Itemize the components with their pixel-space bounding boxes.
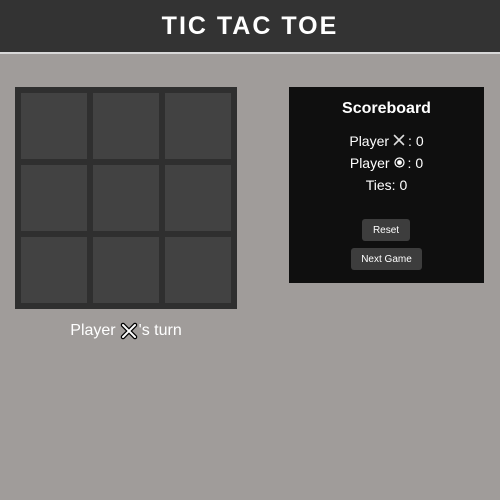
scoreboard-panel: Scoreboard Player : 0 Player : 0 Ties: 0…	[289, 87, 484, 283]
score-player-x-value: : 0	[408, 133, 424, 149]
header-bar: TIC TAC TOE	[0, 0, 500, 54]
score-player-o-label: Player	[349, 155, 390, 171]
x-icon	[393, 133, 405, 149]
x-icon	[120, 322, 138, 340]
score-player-o-value: : 0	[407, 155, 424, 171]
score-player-o: Player : 0	[289, 155, 484, 171]
score-ties-label: Ties: 0	[365, 177, 408, 193]
board-cell-4[interactable]	[21, 165, 87, 231]
turn-suffix: 's turn	[138, 322, 182, 339]
board-cell-1[interactable]	[21, 93, 87, 159]
next-game-button[interactable]: Next Game	[351, 248, 422, 270]
board-cell-6[interactable]	[165, 165, 231, 231]
board-cell-3[interactable]	[165, 93, 231, 159]
turn-indicator: Player 's turn	[15, 322, 237, 340]
score-player-x-label: Player	[349, 133, 390, 149]
page-title: TIC TAC TOE	[161, 11, 339, 40]
score-player-x: Player : 0	[289, 133, 484, 149]
scoreboard-title: Scoreboard	[342, 100, 431, 117]
turn-prefix: Player	[70, 322, 116, 339]
board-cell-9[interactable]	[165, 237, 231, 303]
board-cell-7[interactable]	[21, 237, 87, 303]
reset-button[interactable]: Reset	[362, 219, 410, 241]
board-cell-5[interactable]	[93, 165, 159, 231]
game-board	[15, 87, 237, 309]
board-cell-8[interactable]	[93, 237, 159, 303]
board-cell-2[interactable]	[93, 93, 159, 159]
o-icon	[393, 155, 405, 171]
score-ties: Ties: 0	[289, 177, 484, 193]
